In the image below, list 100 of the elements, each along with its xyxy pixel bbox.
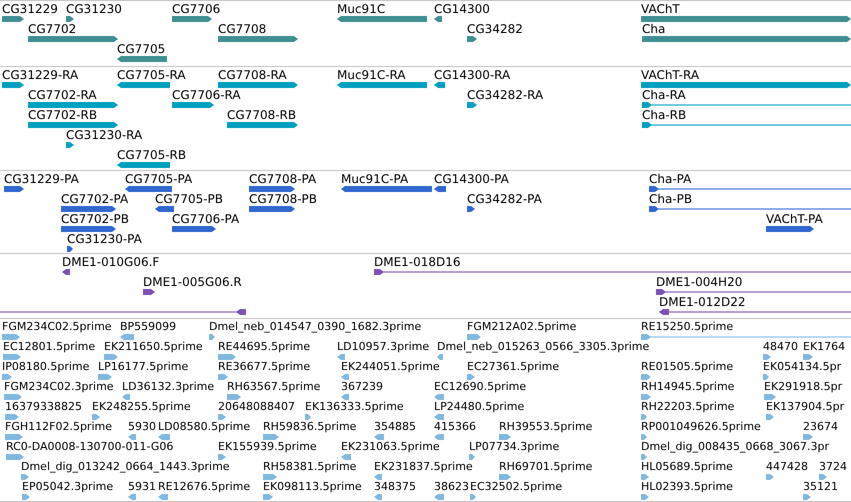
feature-label[interactable]: CG34282-RA (467, 88, 544, 102)
feature-label[interactable]: CG7702-PA (61, 192, 128, 206)
feature-label[interactable]: Muc91C (337, 2, 386, 16)
feature-label[interactable]: 5930 (128, 420, 156, 434)
feature-label[interactable]: CG7702 (28, 22, 76, 36)
feature-label[interactable]: VAChT (641, 2, 680, 16)
feature-label[interactable]: BP559099 (120, 320, 176, 334)
feature-label[interactable]: CG7705-RB (117, 148, 186, 162)
feature-label[interactable]: LP24480.5prime (434, 400, 524, 414)
feature-label[interactable]: EC12690.5prime (434, 380, 526, 394)
feature-label[interactable]: EP05042.3prime (22, 480, 114, 494)
feature-label[interactable]: IP08180.5prime (2, 360, 90, 374)
feature-label[interactable]: CG7708-PB (249, 192, 318, 206)
feature-label[interactable]: CG31230 (66, 2, 122, 16)
feature-label[interactable]: RH58381.5prime (263, 460, 356, 474)
feature-label[interactable]: CG31229-PA (4, 172, 79, 186)
feature-label[interactable]: CG14300-RA (434, 68, 510, 82)
feature-label[interactable]: RH63567.5prime (227, 380, 320, 394)
feature-label[interactable]: EK136333.5prime (305, 400, 404, 414)
feature-label[interactable]: FGM234C02.3prime (4, 380, 114, 394)
feature-label[interactable]: DME1-004H20 (656, 275, 742, 289)
feature-label[interactable]: Cha-PB (649, 192, 692, 206)
feature-label[interactable]: CG31230-RA (66, 128, 142, 142)
feature-label[interactable]: CG7706 (172, 2, 220, 16)
feature-label[interactable]: 20648088407 (218, 400, 295, 414)
feature-label[interactable]: CG34282-PA (467, 192, 542, 206)
feature-label[interactable]: RH59836.5prime (263, 420, 356, 434)
feature-label[interactable]: LP07734.3prime (469, 440, 560, 454)
feature-label[interactable]: EK1764 (803, 340, 846, 354)
feature-label[interactable]: LD36132.3prime (122, 380, 214, 394)
feature-label[interactable]: CG14300 (434, 2, 490, 16)
feature-label[interactable]: RE36677.5prime (218, 360, 310, 374)
feature-label[interactable]: VAChT-RA (641, 68, 700, 82)
feature-label[interactable]: EC12801.5prime (3, 340, 96, 354)
feature-label[interactable]: EK098113.5prime (263, 480, 362, 494)
feature-label[interactable]: Muc91C-PA (341, 172, 408, 186)
feature-label[interactable]: CG31230-PA (67, 232, 142, 246)
feature-label[interactable]: RE15250.5prime (641, 320, 734, 334)
feature-label[interactable]: CG7705 (117, 42, 166, 56)
feature-label[interactable]: CG7708 (218, 22, 266, 36)
feature-label[interactable]: 35121 (803, 480, 838, 494)
feature-label[interactable]: EK231837.5prime (374, 460, 473, 474)
feature-label[interactable]: 48470 (763, 340, 798, 354)
feature-label[interactable]: Dmel_neb_015263_0566_3305.3prime (437, 340, 650, 354)
feature-label[interactable]: CG14300-PA (434, 172, 509, 186)
feature-label[interactable]: Cha-RB (642, 108, 686, 122)
feature-label[interactable]: 348375 (374, 480, 416, 494)
feature-label[interactable]: EC32502.5prime (470, 480, 562, 494)
feature-label[interactable]: EK137904.5pr (766, 400, 844, 414)
feature-label[interactable]: 23674 (803, 420, 838, 434)
feature-label[interactable]: 5931 (128, 480, 156, 494)
feature-label[interactable]: CG7706-RA (172, 88, 241, 102)
feature-label[interactable]: EK155939.5prime (218, 440, 317, 454)
feature-label[interactable]: Cha-PA (649, 172, 692, 186)
feature-label[interactable]: CG31229-RA (2, 68, 78, 82)
feature-label[interactable]: CG7708-PA (249, 172, 316, 186)
feature-label[interactable]: RH14945.5prime (641, 380, 734, 394)
feature-label[interactable]: RH39553.5prime (499, 420, 592, 434)
feature-label[interactable]: Muc91C-RA (337, 68, 406, 82)
feature-label[interactable]: DME1-012D22 (659, 295, 746, 309)
feature-label[interactable]: CG31229 (2, 2, 58, 16)
feature-label[interactable]: EK244051.5prime (341, 360, 440, 374)
feature-label[interactable]: CG7705-PB (155, 192, 224, 206)
feature-label[interactable]: CG7708-RB (227, 108, 296, 122)
feature-label[interactable]: Cha (642, 22, 666, 36)
feature-label[interactable]: CG7702-RA (28, 88, 97, 102)
feature-label[interactable]: CG7702-RB (28, 108, 98, 122)
feature-label[interactable]: Cha-RA (642, 88, 686, 102)
feature-label[interactable]: 16379338825 (5, 400, 82, 414)
feature-label[interactable]: RE44695.5prime (218, 340, 310, 354)
feature-label[interactable]: EK291918.5pr (764, 380, 842, 394)
feature-label[interactable]: RC0-DA0008-130700-011-G06 (6, 440, 174, 454)
feature-label[interactable]: CG7702-PB (61, 212, 130, 226)
feature-label[interactable]: 447428 (766, 460, 808, 474)
feature-label[interactable]: EC27361.5prime (467, 360, 560, 374)
feature-label[interactable]: LD08580.5prime (158, 420, 250, 434)
feature-label[interactable]: FGH112F02.5prime (5, 420, 112, 434)
feature-label[interactable]: 415366 (434, 420, 476, 434)
feature-label[interactable]: Dmel_neb_014547_0390_1682.3prime (209, 320, 422, 334)
feature-label[interactable]: EK231063.5prime (341, 440, 440, 454)
feature-label[interactable]: RP001049626.5prime (641, 420, 761, 434)
feature-label[interactable]: CG7705-PA (125, 172, 192, 186)
feature-label[interactable]: CG34282 (467, 22, 523, 36)
feature-label[interactable]: VAChT-PA (766, 212, 823, 226)
feature-label[interactable]: DME1-018D16 (374, 255, 461, 269)
feature-label[interactable]: DME1-010G06.F (62, 255, 160, 269)
feature-label[interactable]: RH69701.5prime (499, 460, 592, 474)
feature-label[interactable]: DME1-005G06.R (143, 275, 242, 289)
feature-label[interactable]: EK054134.5pr (763, 360, 842, 374)
feature-label[interactable]: CG7708-RA (218, 68, 287, 82)
feature-label[interactable]: FGM234C02.5prime (2, 320, 112, 334)
feature-label[interactable]: RE01505.5prime (641, 360, 734, 374)
feature-label[interactable]: 3724 (819, 460, 847, 474)
feature-label[interactable]: Dmel_dig_008435_0668_3067.3pr (641, 440, 830, 454)
feature-label[interactable]: LP16177.5prime (98, 360, 188, 374)
feature-label[interactable]: RE12676.5prime (158, 480, 250, 494)
feature-label[interactable]: LD10957.3prime (337, 340, 430, 354)
feature-label[interactable]: 354885 (374, 420, 416, 434)
feature-label[interactable]: CG7705-RA (117, 68, 186, 82)
feature-label[interactable]: EK248255.5prime (92, 400, 191, 414)
